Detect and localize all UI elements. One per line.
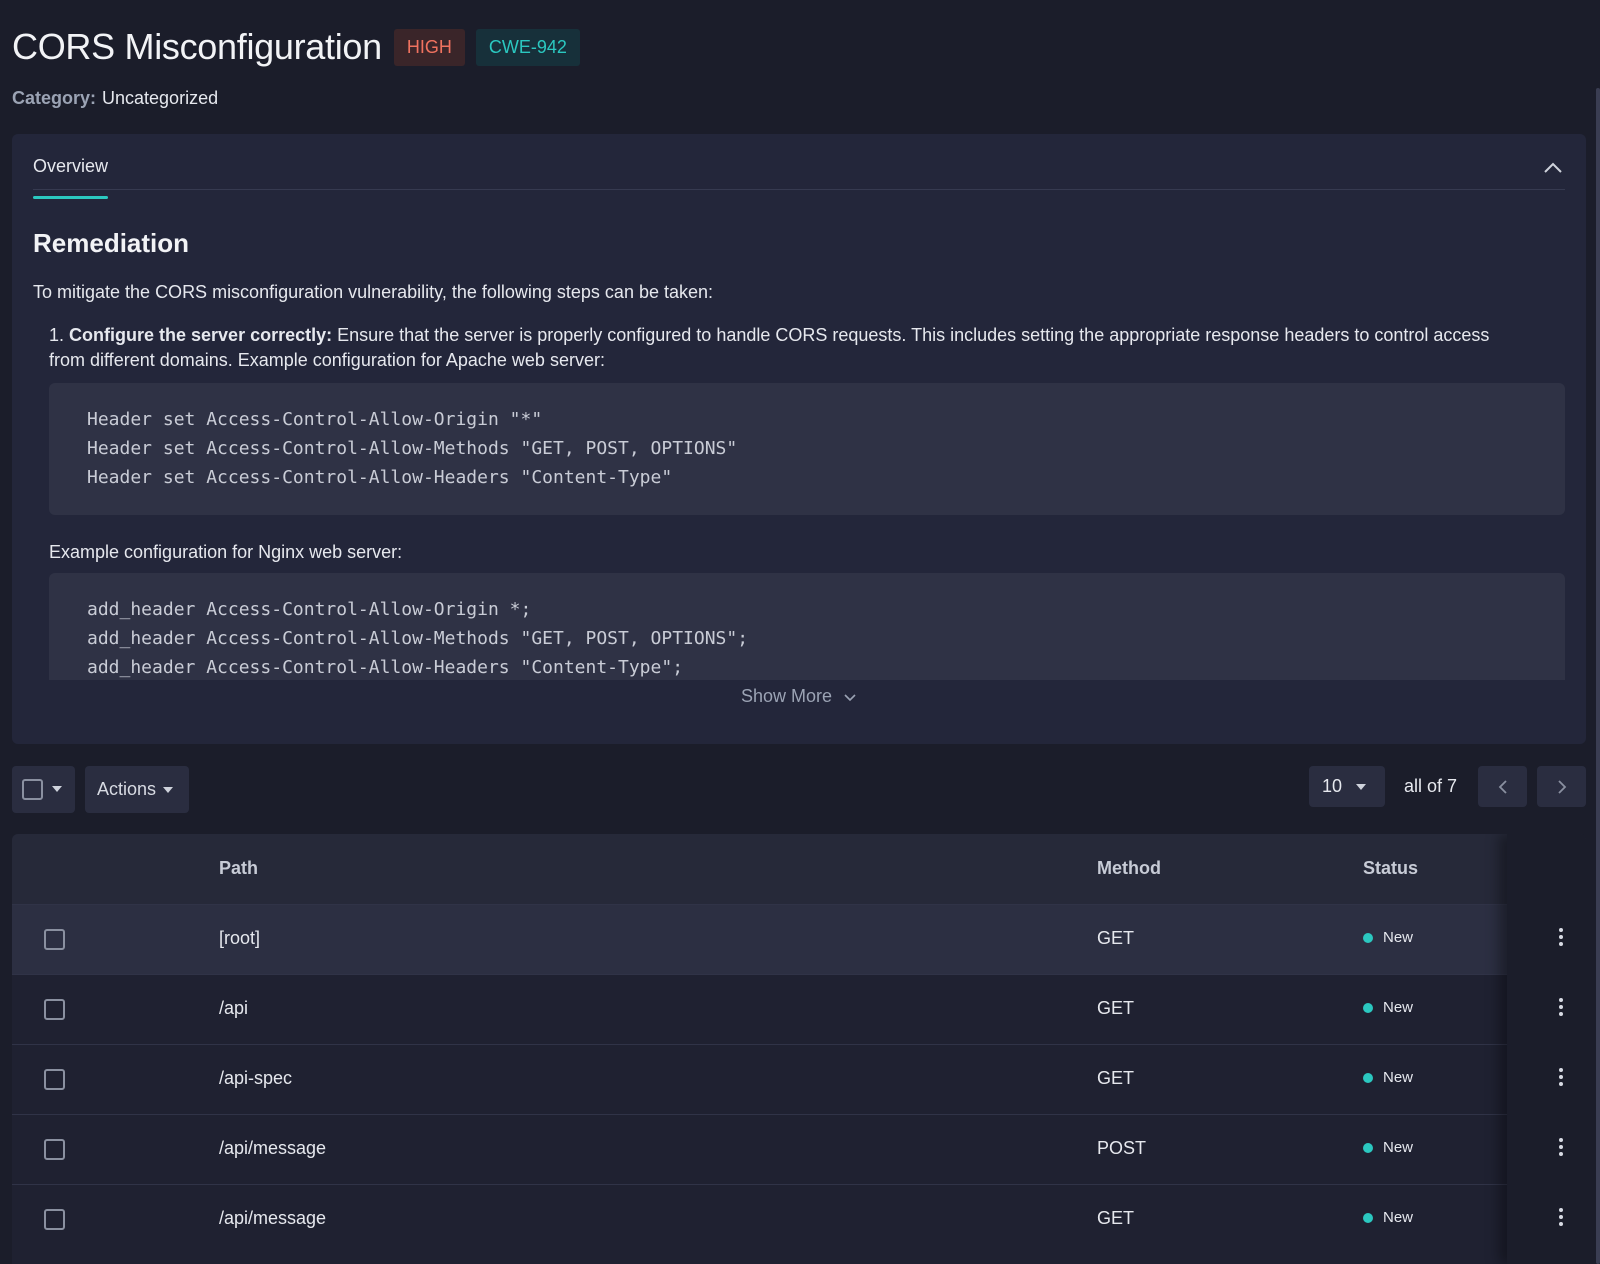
kebab-menu-icon[interactable]: [1558, 1208, 1564, 1228]
code-line: add_header Access-Control-Allow-Origin *…: [87, 599, 532, 620]
title-row: CORS Misconfiguration HIGH CWE-942: [12, 26, 580, 68]
tab-overview[interactable]: Overview: [33, 156, 109, 199]
table-row[interactable]: [root] GET New: [12, 904, 1586, 974]
chevron-left-icon: [1498, 779, 1507, 794]
column-header-method[interactable]: Method: [1097, 858, 1161, 879]
row-method: GET: [1097, 1208, 1135, 1228]
row-status: New: [1363, 1139, 1413, 1156]
code-line: Header set Access-Control-Allow-Origin "…: [87, 409, 543, 430]
row-status-label: New: [1383, 999, 1414, 1016]
table-row[interactable]: /api-spec GET New: [12, 1044, 1586, 1114]
row-checkbox[interactable]: [44, 999, 65, 1020]
step-1-title: Configure the server correctly:: [69, 325, 333, 345]
code-line: add_header Access-Control-Allow-Methods …: [87, 628, 749, 649]
row-status: New: [1363, 1069, 1413, 1086]
category: Category: Uncategorized: [12, 88, 218, 109]
status-dot-icon: [1363, 932, 1373, 943]
actions-button[interactable]: Actions: [85, 766, 189, 813]
chevron-up-icon[interactable]: [1541, 156, 1565, 180]
row-path: /api-spec: [219, 1068, 293, 1088]
overview-content: Remediation To mitigate the CORS misconf…: [33, 190, 1565, 680]
actions-label: Actions: [97, 779, 157, 799]
previous-page-button[interactable]: [1478, 766, 1527, 807]
tab-bar: Overview: [33, 134, 1565, 199]
row-method: GET: [1097, 1068, 1135, 1088]
page-title: CORS Misconfiguration: [12, 26, 382, 67]
row-path: [root]: [219, 928, 261, 948]
per-page-select[interactable]: 10: [1309, 766, 1385, 807]
row-checkbox[interactable]: [44, 1209, 65, 1230]
nginx-code-block: add_header Access-Control-Allow-Origin *…: [49, 573, 1565, 680]
kebab-menu-icon[interactable]: [1558, 998, 1564, 1018]
table-row[interactable]: /api/message GET New: [12, 1184, 1586, 1254]
column-header-path[interactable]: Path: [219, 858, 258, 879]
row-status-label: New: [1383, 1069, 1414, 1086]
next-page-button[interactable]: [1537, 766, 1586, 807]
kebab-menu-icon[interactable]: [1558, 928, 1564, 948]
status-dot-icon: [1363, 1212, 1373, 1223]
code-line: Header set Access-Control-Allow-Headers …: [87, 467, 673, 488]
row-status-label: New: [1383, 1139, 1414, 1156]
code-line: Header set Access-Control-Allow-Methods …: [87, 438, 738, 459]
status-dot-icon: [1363, 1142, 1373, 1153]
table-row[interactable]: /api GET New: [12, 974, 1586, 1044]
row-status-label: New: [1383, 1209, 1414, 1226]
findings-table: Path Method Status [root] GET New /api G…: [12, 834, 1586, 1264]
table-row[interactable]: /api/message POST New: [12, 1114, 1586, 1184]
show-more-label: Show More: [740, 686, 833, 706]
severity-badge: HIGH: [393, 28, 465, 66]
chevron-down-icon: [844, 694, 856, 702]
row-method: GET: [1097, 928, 1135, 948]
caret-down-icon: [163, 786, 174, 793]
remediation-intro: To mitigate the CORS misconfiguration vu…: [33, 282, 714, 302]
page-scrollbar[interactable]: [1596, 88, 1600, 1264]
pagination-count: all of 7: [1404, 776, 1458, 796]
status-dot-icon: [1363, 1002, 1373, 1013]
cwe-badge[interactable]: CWE-942: [475, 28, 580, 66]
row-path: /api/message: [219, 1208, 327, 1228]
status-dot-icon: [1363, 1072, 1373, 1083]
row-checkbox[interactable]: [44, 1139, 65, 1160]
category-value: Uncategorized: [102, 88, 219, 108]
row-status: New: [1363, 1209, 1413, 1226]
row-path: /api/message: [219, 1138, 327, 1158]
column-header-status[interactable]: Status: [1363, 858, 1418, 879]
nginx-label: Example configuration for Nginx web serv…: [49, 542, 403, 562]
row-checkbox[interactable]: [44, 1069, 65, 1090]
select-all-checkbox[interactable]: [22, 779, 43, 800]
select-all-dropdown[interactable]: [12, 766, 75, 813]
code-line: add_header Access-Control-Allow-Headers …: [87, 657, 684, 678]
caret-down-icon: [1356, 783, 1367, 790]
table-header: Path Method Status: [12, 834, 1586, 904]
kebab-menu-icon[interactable]: [1558, 1138, 1564, 1158]
row-path: /api: [219, 998, 249, 1018]
row-checkbox[interactable]: [44, 929, 65, 950]
caret-down-icon: [52, 785, 62, 792]
row-status: New: [1363, 929, 1413, 946]
row-method: POST: [1097, 1138, 1147, 1158]
table-toolbar: Actions 10 all of 7: [12, 766, 1586, 814]
row-status-label: New: [1383, 929, 1414, 946]
apache-code-block: Header set Access-Control-Allow-Origin "…: [49, 383, 1565, 515]
step-1-number: 1.: [49, 325, 65, 345]
overview-card: Overview Remediation To mitigate the COR…: [12, 134, 1586, 744]
chevron-right-icon: [1557, 779, 1566, 794]
kebab-menu-icon[interactable]: [1558, 1068, 1564, 1088]
row-actions-column: [1507, 834, 1586, 1264]
per-page-value: 10: [1322, 776, 1343, 796]
step-1: 1. Configure the server correctly: Ensur…: [49, 323, 1525, 373]
category-label: Category:: [12, 88, 97, 108]
row-status: New: [1363, 999, 1413, 1016]
row-method: GET: [1097, 998, 1135, 1018]
show-more-button[interactable]: Show More: [12, 686, 1586, 707]
remediation-heading: Remediation: [33, 228, 190, 258]
